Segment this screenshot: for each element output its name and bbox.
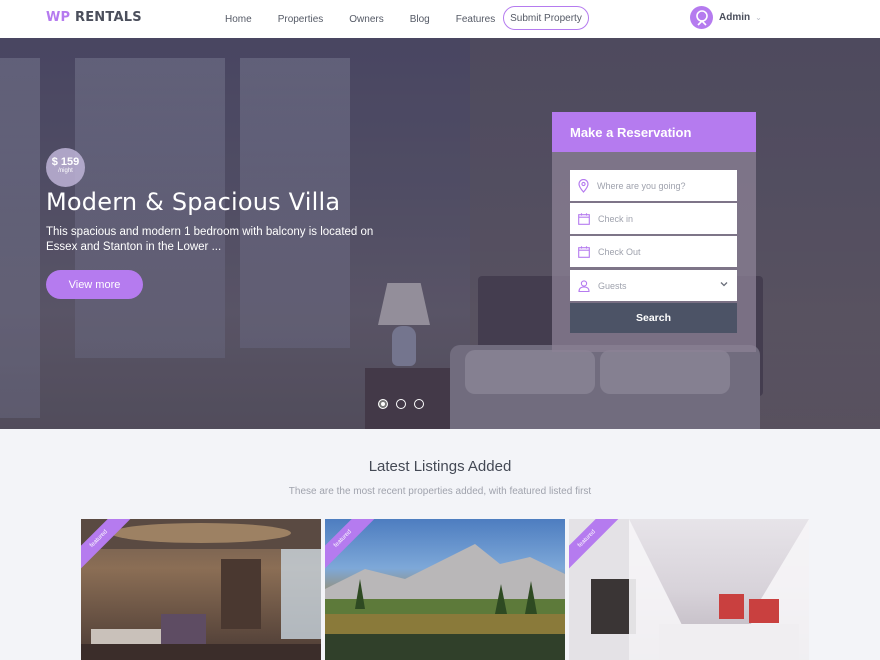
listing-card[interactable]: featured <box>81 519 321 660</box>
top-header: WP RENTALS Home Properties Owners Blog F… <box>0 0 880 38</box>
check-out-placeholder: Check Out <box>598 246 641 257</box>
price-amount: $ 159 <box>51 156 80 168</box>
location-pin-icon <box>578 178 589 193</box>
slider-dots <box>378 399 432 409</box>
reservation-title: Make a Reservation <box>552 112 756 152</box>
slider-dot[interactable] <box>396 399 406 409</box>
logo-wp: WP <box>46 10 71 25</box>
nav-blog[interactable]: Blog <box>410 14 430 25</box>
nav-home[interactable]: Home <box>225 14 252 25</box>
hero-description: This spacious and modern 1 bedroom with … <box>46 226 374 253</box>
avatar[interactable] <box>690 6 713 29</box>
site-logo[interactable]: WP RENTALS <box>46 10 142 25</box>
search-button[interactable]: Search <box>570 303 737 333</box>
listing-image <box>81 519 321 660</box>
check-in-input[interactable]: Check in <box>570 203 737 234</box>
person-icon <box>578 279 590 292</box>
chevron-down-icon[interactable] <box>719 279 729 289</box>
reservation-form: Make a Reservation Where are you going? … <box>552 112 756 352</box>
slider-dot[interactable] <box>414 399 424 409</box>
nav-properties[interactable]: Properties <box>278 14 324 25</box>
hero-title[interactable]: Modern & Spacious Villa <box>46 188 340 216</box>
listing-image <box>569 519 809 660</box>
slider-dot[interactable] <box>378 399 388 409</box>
main-nav: Home Properties Owners Blog Features <box>212 0 508 38</box>
guests-select[interactable]: Guests <box>570 270 737 301</box>
destination-placeholder: Where are you going? <box>597 180 686 191</box>
price-badge: $ 159 /night <box>46 148 85 187</box>
calendar-icon <box>578 212 590 225</box>
nav-owners[interactable]: Owners <box>349 14 383 25</box>
logo-rentals: RENTALS <box>75 10 142 25</box>
destination-input[interactable]: Where are you going? <box>570 170 737 201</box>
listing-card[interactable]: featured <box>325 519 565 660</box>
listing-image <box>325 544 565 660</box>
user-name: Admin <box>719 12 751 23</box>
nav-features[interactable]: Features <box>456 14 495 25</box>
chevron-down-icon[interactable]: ⌄ <box>755 13 762 22</box>
user-menu[interactable]: Admin ⌄ <box>690 6 762 29</box>
calendar-icon <box>578 245 590 258</box>
listing-card[interactable]: featured <box>569 519 809 660</box>
user-icon <box>695 9 708 26</box>
check-in-placeholder: Check in <box>598 213 634 224</box>
view-more-button[interactable]: View more <box>46 270 143 299</box>
price-unit: /night <box>58 168 73 174</box>
guests-placeholder: Guests <box>598 280 627 291</box>
listings-subtitle: These are the most recent properties add… <box>288 486 592 497</box>
submit-property-button[interactable]: Submit Property <box>503 6 589 30</box>
check-out-input[interactable]: Check Out <box>570 236 737 267</box>
listings-title: Latest Listings Added <box>368 458 512 475</box>
